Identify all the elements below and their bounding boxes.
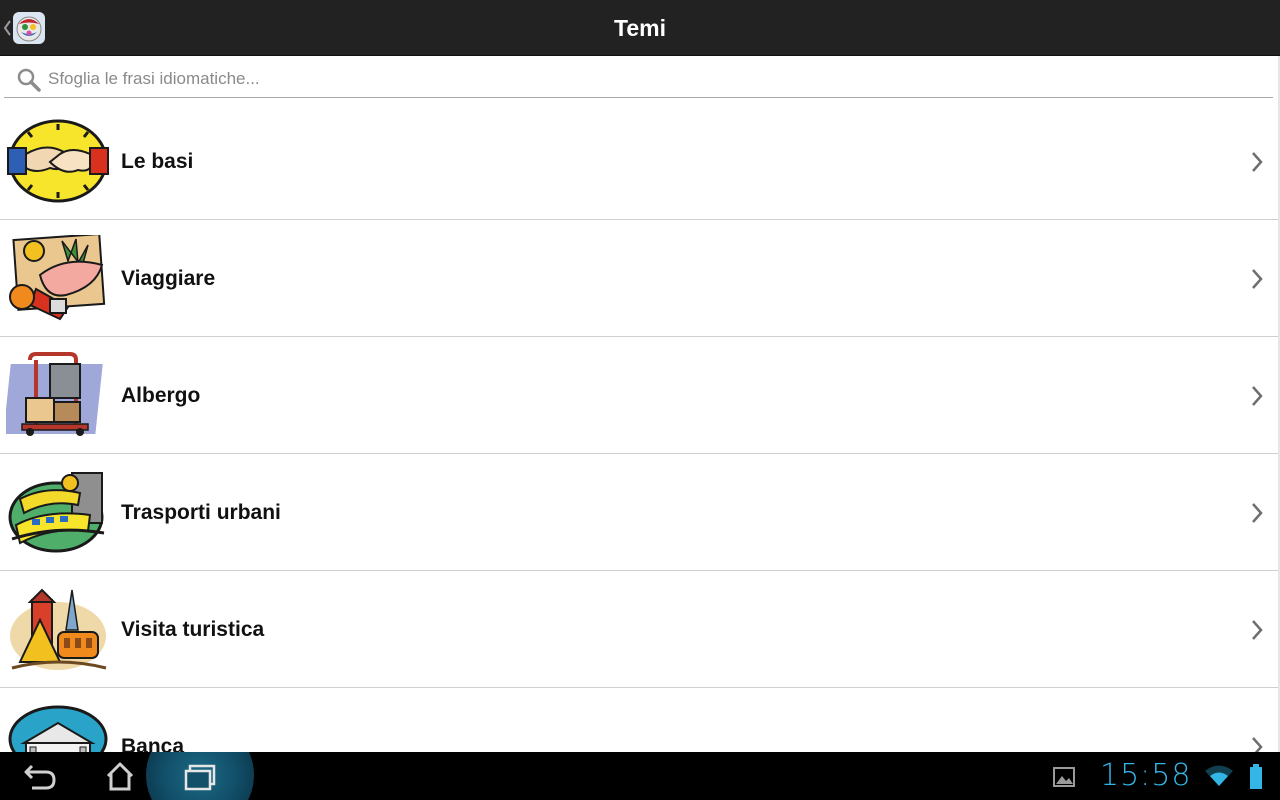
search-icon bbox=[17, 68, 41, 92]
app-logo-icon[interactable] bbox=[13, 12, 45, 44]
home-icon[interactable] bbox=[90, 752, 150, 800]
action-bar: Temi bbox=[0, 0, 1280, 56]
clock[interactable]: 15:58 bbox=[1100, 756, 1191, 796]
topic-label: Le basi bbox=[121, 150, 194, 173]
travel-icon bbox=[9, 235, 106, 321]
system-navigation-bar: 15:58 bbox=[0, 752, 1280, 800]
wifi-icon bbox=[1205, 765, 1233, 786]
list-item[interactable]: Visita turistica bbox=[0, 571, 1278, 688]
list-item[interactable]: Albergo bbox=[0, 337, 1278, 454]
chevron-right-icon bbox=[1252, 620, 1263, 640]
search-input[interactable] bbox=[48, 64, 1248, 94]
recent-apps-icon[interactable] bbox=[170, 752, 230, 800]
list-item[interactable]: Trasporti urbani bbox=[0, 454, 1278, 571]
chevron-right-icon bbox=[1252, 269, 1263, 289]
chevron-right-icon bbox=[1252, 152, 1263, 172]
topic-label: Albergo bbox=[121, 384, 201, 407]
gallery-notification-icon[interactable] bbox=[1052, 766, 1076, 788]
bank-icon bbox=[8, 705, 108, 752]
sightseeing-icon bbox=[10, 588, 107, 670]
handshake-icon bbox=[7, 119, 109, 203]
topic-label: Banca bbox=[121, 735, 185, 752]
topic-label: Viaggiare bbox=[121, 267, 216, 290]
page-title: Temi bbox=[614, 15, 666, 41]
battery-icon bbox=[1250, 764, 1262, 789]
transport-icon bbox=[8, 472, 105, 553]
topic-list: Le basi Viaggiare Albergo Trasporti urba… bbox=[0, 103, 1278, 752]
chevron-right-icon bbox=[1252, 503, 1263, 523]
chevron-right-icon bbox=[1252, 386, 1263, 406]
luggage-cart-icon bbox=[6, 352, 103, 436]
list-item[interactable]: Viaggiare bbox=[0, 220, 1278, 337]
list-item[interactable]: Banca bbox=[0, 688, 1278, 752]
search-bar bbox=[4, 60, 1273, 98]
list-item[interactable]: Le basi bbox=[0, 103, 1278, 220]
topic-label: Visita turistica bbox=[121, 618, 265, 641]
back-icon[interactable] bbox=[10, 752, 70, 800]
back-chevron-icon[interactable] bbox=[2, 18, 12, 38]
topic-label: Trasporti urbani bbox=[121, 501, 281, 524]
chevron-right-icon bbox=[1252, 737, 1263, 752]
